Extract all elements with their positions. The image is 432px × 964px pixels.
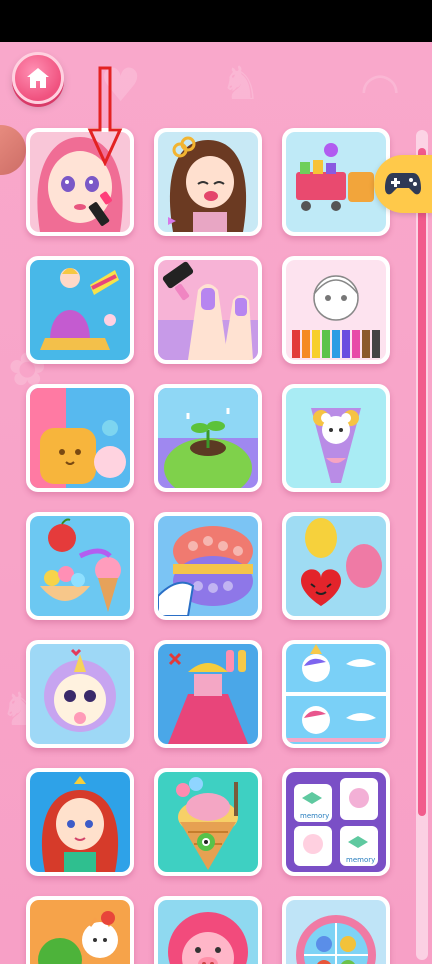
hair-cut-icon [158, 132, 258, 232]
pig-icon [158, 900, 258, 964]
drinks-game-tile[interactable] [26, 384, 134, 492]
dress-icon [158, 644, 258, 744]
nail-polish-icon [158, 260, 258, 360]
nail-salon-game-tile[interactable] [154, 256, 262, 364]
mermaid-game-tile[interactable] [26, 768, 134, 876]
ice-cream-cone-game-tile[interactable] [154, 768, 262, 876]
bear-bouquet-icon [286, 388, 386, 488]
unicorn-pet-icon [30, 644, 130, 744]
ice-cream-icon [30, 516, 130, 616]
home-button[interactable] [12, 52, 64, 104]
balloon-game-tile[interactable] [282, 512, 390, 620]
dress-design-game-tile[interactable] [154, 640, 262, 748]
pop-it-icon [158, 516, 258, 616]
bouquet-game-tile[interactable] [282, 384, 390, 492]
scrollbar-thumb[interactable] [418, 148, 426, 816]
ice-cream-game-tile[interactable] [26, 512, 134, 620]
fish-icon [286, 900, 386, 964]
gamepad-button[interactable] [374, 155, 432, 213]
balloon-icon [286, 516, 386, 616]
status-bar [0, 0, 432, 42]
home-icon [27, 68, 49, 88]
fish-game-tile[interactable] [282, 896, 390, 964]
annotation-arrow [87, 66, 123, 166]
cone-icon [158, 772, 258, 872]
princess-cake-game-tile[interactable] [26, 256, 134, 364]
doll-cake-icon [30, 260, 130, 360]
coloring-page-icon [286, 260, 386, 360]
mermaid-icon [30, 772, 130, 872]
gamepad-icon [385, 173, 421, 195]
unicorn-icon [286, 644, 386, 744]
sprout-icon [158, 388, 258, 488]
pig-game-tile[interactable] [154, 896, 262, 964]
coloring-game-tile[interactable] [282, 256, 390, 364]
pet-dressup-game-tile[interactable] [26, 640, 134, 748]
memory-card-label: memory [346, 856, 375, 864]
juice-icon [30, 388, 130, 488]
fruit-game-tile[interactable] [26, 896, 134, 964]
pop-it-game-tile[interactable] [154, 512, 262, 620]
memory-card-label: memory [300, 812, 329, 820]
hair-salon-game-tile[interactable] [154, 128, 262, 236]
shopping-cart-icon [286, 132, 386, 232]
memory-cards-icon: memory memory [286, 772, 386, 872]
unicorn-puzzle-game-tile[interactable] [282, 640, 390, 748]
fruit-icon [30, 900, 130, 964]
memory-game-tile[interactable]: memory memory [282, 768, 390, 876]
plant-growing-game-tile[interactable] [154, 384, 262, 492]
